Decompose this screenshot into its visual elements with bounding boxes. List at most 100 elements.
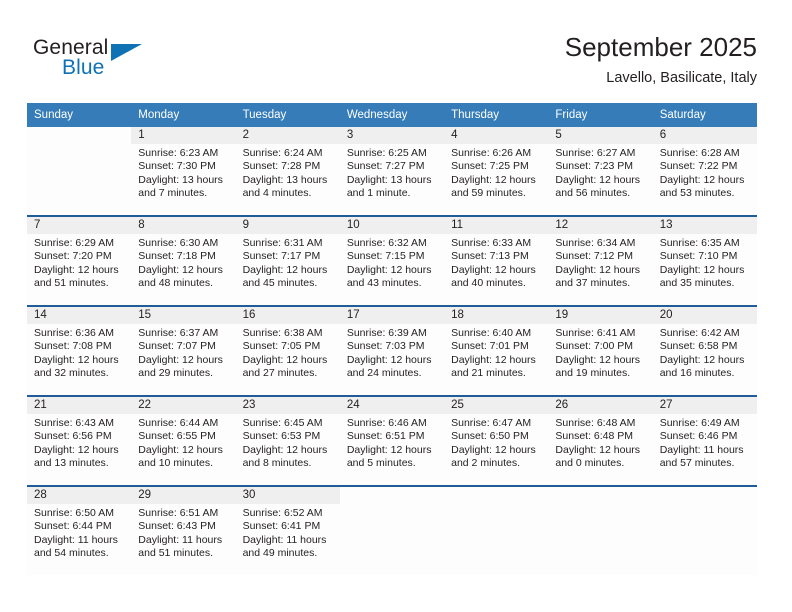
calendar-day-cell[interactable]: 24 Sunrise: 6:46 AM Sunset: 6:51 PM Dayligh…: [339, 395, 445, 486]
calendar-day-cell[interactable]: 23 Sunrise: 6:45 AM Sunset: 6:53 PM Dayligh…: [235, 395, 340, 486]
calendar-header-row: Sunday Monday Tuesday Wednesday Thursday…: [27, 103, 757, 127]
weekday-header: Sunday Monday Tuesday Wednesday Thursday…: [27, 103, 757, 127]
day-number: 30: [235, 487, 340, 504]
day-sun-info-line: Sunset: 6:48 PM: [555, 430, 634, 443]
calendar-day-cell[interactable]: 19 Sunrise: 6:41 AM Sunset: 7:00 PM Dayligh…: [548, 305, 653, 396]
day-sun-info: Sunrise: 6:30 AM Sunset: 7:18 PM Daylight:…: [131, 234, 235, 290]
day-sun-info-line: Sunset: 6:41 PM: [242, 520, 321, 533]
day-sun-info: Sunrise: 6:31 AM Sunset: 7:17 PM Daylight:…: [236, 234, 340, 290]
calendar-day-cell[interactable]: 2 Sunrise: 6:24 AM Sunset: 7:28 PM Daylight…: [235, 127, 340, 216]
day-sun-info: Sunrise: 6:25 AM Sunset: 7:27 PM Daylight:…: [340, 144, 444, 200]
day-sun-info-line: Daylight: 12 hours: [555, 353, 641, 366]
day-sun-info-line: Daylight: 12 hours: [451, 443, 536, 456]
day-sun-info: Sunrise: 6:32 AM Sunset: 7:15 PM Daylight:…: [340, 234, 444, 290]
calendar-day-cell[interactable]: 16 Sunrise: 6:38 AM Sunset: 7:05 PM Dayligh…: [235, 305, 340, 396]
calendar-day-cell[interactable]: 30 Sunrise: 6:52 AM Sunset: 6:41 PM Dayligh…: [235, 485, 340, 575]
day-cell-content: 20 Sunrise: 6:42 AM Sunset: 6:58 PM Dayligh…: [652, 307, 757, 395]
day-sun-info: Sunrise: 6:26 AM Sunset: 7:25 PM Daylight:…: [444, 144, 548, 200]
calendar-day-cell[interactable]: 21 Sunrise: 6:43 AM Sunset: 6:56 PM Dayligh…: [27, 395, 132, 486]
day-sun-info-line: Sunrise: 6:25 AM: [346, 147, 427, 159]
day-sun-info-line: and 40 minutes.: [451, 276, 526, 289]
day-sun-info-line: Sunrise: 6:47 AM: [451, 417, 532, 429]
day-sun-info-line: Sunrise: 6:45 AM: [242, 417, 323, 429]
day-number: 23: [235, 397, 340, 414]
calendar-day-cell[interactable]: 15 Sunrise: 6:37 AM Sunset: 7:07 PM Dayligh…: [131, 305, 236, 396]
day-sun-info: Sunrise: 6:34 AM Sunset: 7:12 PM Daylight:…: [548, 234, 652, 290]
calendar-day-cell[interactable]: 18 Sunrise: 6:40 AM Sunset: 7:01 PM Dayligh…: [444, 305, 549, 396]
calendar-day-cell[interactable]: 9 Sunrise: 6:31 AM Sunset: 7:17 PM Daylight…: [235, 215, 340, 306]
day-cell-content: 1 Sunrise: 6:23 AM Sunset: 7:30 PM Daylight…: [131, 127, 236, 215]
calendar-day-cell[interactable]: 3 Sunrise: 6:25 AM Sunset: 7:27 PM Daylight…: [339, 127, 445, 216]
day-number: 16: [235, 307, 340, 324]
day-sun-info-line: Sunset: 7:27 PM: [346, 160, 425, 173]
day-sun-info-line: Sunrise: 6:27 AM: [555, 147, 636, 159]
calendar-day-cell[interactable]: 14 Sunrise: 6:36 AM Sunset: 7:08 PM Dayligh…: [27, 305, 132, 396]
day-cell-content: [27, 127, 131, 215]
calendar-day-cell[interactable]: 1 Sunrise: 6:23 AM Sunset: 7:30 PM Daylight…: [131, 127, 236, 216]
day-sun-info-line: Sunrise: 6:52 AM: [242, 507, 323, 519]
calendar-day-cell[interactable]: 11 Sunrise: 6:33 AM Sunset: 7:13 PM Dayligh…: [444, 215, 549, 306]
day-sun-info-line: and 48 minutes.: [138, 276, 213, 289]
day-sun-info-line: and 49 minutes.: [242, 546, 318, 559]
day-sun-info-line: and 45 minutes.: [242, 276, 318, 289]
day-sun-info-line: and 57 minutes.: [659, 456, 735, 469]
day-sun-info-line: Daylight: 12 hours: [555, 173, 641, 186]
day-sun-info-line: and 4 minutes.: [242, 186, 312, 199]
calendar-day-cell[interactable]: 8 Sunrise: 6:30 AM Sunset: 7:18 PM Daylight…: [131, 215, 236, 306]
calendar-day-cell[interactable]: 20 Sunrise: 6:42 AM Sunset: 6:58 PM Dayligh…: [652, 305, 757, 396]
day-sun-info: Sunrise: 6:43 AM Sunset: 6:56 PM Daylight:…: [27, 414, 131, 470]
day-cell-content: 6 Sunrise: 6:28 AM Sunset: 7:22 PM Daylight…: [652, 127, 757, 215]
day-sun-info-line: Sunrise: 6:39 AM: [346, 327, 427, 339]
day-sun-info: Sunrise: 6:28 AM Sunset: 7:22 PM Daylight:…: [653, 144, 757, 200]
general-blue-logo[interactable]: General Blue: [33, 36, 233, 88]
calendar-day-cell[interactable]: 17 Sunrise: 6:39 AM Sunset: 7:03 PM Dayligh…: [339, 305, 445, 396]
day-sun-info: Sunrise: 6:27 AM Sunset: 7:23 PM Daylight:…: [548, 144, 652, 200]
calendar-day-cell[interactable]: 22 Sunrise: 6:44 AM Sunset: 6:55 PM Dayligh…: [131, 395, 236, 486]
day-sun-info-line: Daylight: 12 hours: [555, 263, 641, 276]
day-sun-info-line: and 10 minutes.: [138, 456, 213, 469]
day-sun-info-line: Daylight: 12 hours: [346, 443, 432, 456]
day-sun-info: Sunrise: 6:45 AM Sunset: 6:53 PM Daylight:…: [236, 414, 340, 470]
calendar-day-cell[interactable]: 6 Sunrise: 6:28 AM Sunset: 7:22 PM Daylight…: [652, 127, 757, 216]
calendar-day-cell[interactable]: 12 Sunrise: 6:34 AM Sunset: 7:12 PM Dayligh…: [548, 215, 653, 306]
day-sun-info-line: Sunrise: 6:41 AM: [555, 327, 636, 339]
day-number: 19: [548, 307, 653, 324]
day-cell-content: 8 Sunrise: 6:30 AM Sunset: 7:18 PM Daylight…: [131, 217, 236, 305]
day-sun-info: Sunrise: 6:39 AM Sunset: 7:03 PM Daylight:…: [340, 324, 444, 380]
day-cell-content: 13 Sunrise: 6:35 AM Sunset: 7:10 PM Dayligh…: [652, 217, 757, 305]
day-sun-info-line: Daylight: 12 hours: [34, 263, 119, 276]
day-cell-content: 14 Sunrise: 6:36 AM Sunset: 7:08 PM Dayligh…: [27, 307, 132, 395]
weekday-header-saturday: Saturday: [652, 103, 757, 127]
calendar-day-cell[interactable]: 26 Sunrise: 6:48 AM Sunset: 6:48 PM Dayligh…: [548, 395, 653, 486]
day-sun-info: [27, 144, 131, 147]
day-sun-info-line: Sunset: 7:17 PM: [242, 250, 321, 263]
weekday-header-sunday: Sunday: [27, 103, 132, 127]
day-sun-info-line: Sunrise: 6:33 AM: [451, 237, 532, 249]
day-sun-info-line: Sunset: 7:03 PM: [346, 340, 425, 353]
day-cell-content: 12 Sunrise: 6:34 AM Sunset: 7:12 PM Dayligh…: [548, 217, 653, 305]
calendar-day-cell[interactable]: 5 Sunrise: 6:27 AM Sunset: 7:23 PM Daylight…: [548, 127, 653, 216]
calendar-day-cell[interactable]: 29 Sunrise: 6:51 AM Sunset: 6:43 PM Dayligh…: [131, 485, 236, 575]
page-subtitle: Lavello, Basilicate, Italy: [606, 70, 757, 86]
day-sun-info-line: and 53 minutes.: [659, 186, 735, 199]
calendar-day-cell[interactable]: 7 Sunrise: 6:29 AM Sunset: 7:20 PM Daylight…: [27, 215, 132, 306]
day-number: [27, 127, 131, 144]
calendar-day-cell[interactable]: 28 Sunrise: 6:50 AM Sunset: 6:44 PM Dayligh…: [27, 485, 132, 575]
day-sun-info-line: Sunset: 7:10 PM: [659, 250, 738, 263]
day-sun-info-line: Sunset: 7:23 PM: [555, 160, 634, 173]
calendar-day-cell[interactable]: 13 Sunrise: 6:35 AM Sunset: 7:10 PM Dayligh…: [652, 215, 757, 306]
day-sun-info-line: and 1 minute.: [346, 186, 411, 199]
calendar-day-cell[interactable]: 4 Sunrise: 6:26 AM Sunset: 7:25 PM Daylight…: [444, 127, 549, 216]
day-cell-content: 25 Sunrise: 6:47 AM Sunset: 6:50 PM Dayligh…: [444, 397, 549, 485]
day-sun-info-line: Sunset: 6:43 PM: [138, 520, 216, 533]
day-sun-info: Sunrise: 6:44 AM Sunset: 6:55 PM Daylight:…: [131, 414, 235, 470]
day-sun-info-line: Sunrise: 6:35 AM: [659, 237, 740, 249]
day-sun-info-line: and 0 minutes.: [555, 456, 625, 469]
calendar-day-cell[interactable]: 27 Sunrise: 6:49 AM Sunset: 6:46 PM Dayligh…: [652, 395, 757, 486]
day-sun-info: Sunrise: 6:51 AM Sunset: 6:43 PM Daylight:…: [131, 504, 235, 560]
day-sun-info-line: Sunset: 7:01 PM: [451, 340, 529, 353]
calendar-day-cell[interactable]: 25 Sunrise: 6:47 AM Sunset: 6:50 PM Dayligh…: [444, 395, 549, 486]
calendar-day-cell[interactable]: 10 Sunrise: 6:32 AM Sunset: 7:15 PM Dayligh…: [339, 215, 445, 306]
day-cell-content: 29 Sunrise: 6:51 AM Sunset: 6:43 PM Dayligh…: [131, 487, 236, 575]
day-cell-content: 2 Sunrise: 6:24 AM Sunset: 7:28 PM Daylight…: [235, 127, 340, 215]
